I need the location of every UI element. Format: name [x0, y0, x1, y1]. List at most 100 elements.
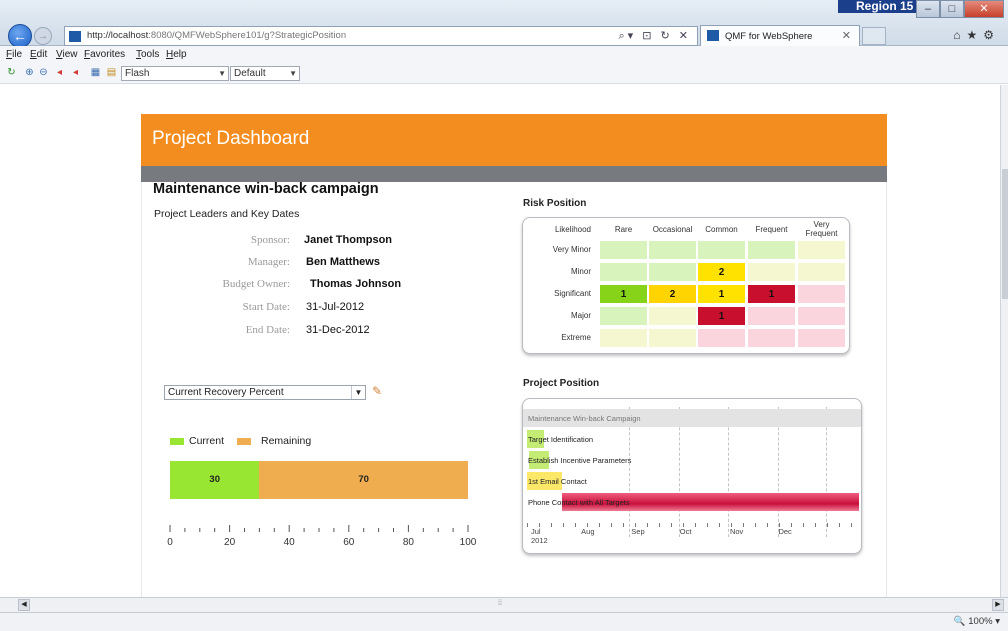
window-controls: – □ ✕ [916, 0, 1004, 18]
address-bar[interactable]: http://localhost:8080/QMFWebSphere101/g?… [64, 26, 698, 46]
tab-title: QMF for WebSphere [725, 31, 813, 42]
browser-tab[interactable]: QMF for WebSphere ✕ [700, 25, 860, 46]
render-mode-select[interactable]: Flash ▼ [121, 66, 229, 81]
end-date-label: End Date: [245, 324, 290, 336]
risk-corner-label: Likelihood [554, 224, 591, 234]
risk-row-label: Major [570, 311, 591, 320]
risk-column-header: Very Frequent [805, 220, 838, 238]
risk-row-label: Extreme [561, 333, 591, 342]
menu-help[interactable]: Help [166, 49, 187, 60]
horizontal-scrollbar[interactable]: ◀ ⁞⁞ ▶ [0, 597, 1008, 612]
new-tab-button[interactable] [862, 27, 886, 45]
risk-cell[interactable]: 1 [697, 284, 746, 304]
sponsor-label: Sponsor: [250, 234, 290, 246]
risk-cell[interactable] [697, 240, 746, 260]
risk-row-label: Very Minor [552, 245, 591, 254]
scroll-right-icon[interactable]: ▶ [992, 599, 1004, 611]
scroll-left-icon[interactable]: ◀ [18, 599, 30, 611]
end-date-value: 31-Dec-2012 [306, 324, 370, 336]
vertical-scrollbar[interactable] [1000, 85, 1008, 597]
risk-cell[interactable] [747, 240, 796, 260]
zoom-out-icon[interactable]: ⊖ [38, 67, 49, 78]
leaders-heading: Project Leaders and Key Dates [154, 208, 300, 220]
scroll-grip-icon[interactable]: ⁞⁞ [498, 600, 502, 607]
budget-owner-label: Budget Owner: [222, 278, 290, 290]
bar-current: 30 [170, 461, 260, 499]
risk-cell[interactable] [747, 262, 796, 282]
risk-cell[interactable] [599, 328, 648, 348]
risk-cell[interactable] [797, 262, 846, 282]
layout-select[interactable]: Default ▼ [230, 66, 300, 81]
close-window-button[interactable]: ✕ [964, 0, 1004, 18]
menu-tools[interactable]: Tools [136, 49, 159, 60]
recovery-axis: 0 20 40 60 80 100 [167, 525, 477, 548]
axis-tick-label: 20 [224, 537, 236, 548]
risk-cell[interactable] [747, 328, 796, 348]
risk-cell[interactable] [747, 306, 796, 326]
dashboard-header: Project Dashboard [141, 114, 887, 166]
address-bar-tools[interactable]: ⌕▾ ⊡ ↻ ✕ [618, 29, 691, 43]
risk-cell[interactable]: 1 [697, 306, 746, 326]
gantt-axis-label: Jul 2012 [531, 527, 548, 545]
toolbar: ↻ ⊕ ⊖ ◂ ◂ ▦ ▤ Flash ▼ Default ▼ [0, 64, 1008, 84]
risk-cell[interactable]: 1 [747, 284, 796, 304]
tab-close-icon[interactable]: ✕ [842, 29, 851, 42]
zoom-in-icon[interactable]: ⊕ [24, 67, 35, 78]
risk-cell[interactable] [648, 240, 697, 260]
minimize-button[interactable]: – [916, 0, 940, 18]
grid-icon[interactable]: ▦ [90, 67, 101, 78]
gantt-chart: Jul 2012 Aug Sep Oct Nov Dec Maintenance Win-b… [522, 398, 862, 554]
back-button[interactable]: ← [8, 24, 32, 48]
manager-label: Manager: [247, 256, 290, 268]
risk-cell[interactable] [797, 284, 846, 304]
gantt-axis-label: Sep [631, 527, 645, 536]
risk-cell[interactable] [648, 262, 697, 282]
risk-cell[interactable] [797, 240, 846, 260]
risk-cell[interactable] [599, 306, 648, 326]
previous-icon[interactable]: ◂ [54, 67, 65, 78]
scroll-thumb[interactable] [1002, 169, 1008, 299]
browser-right-icons[interactable]: ⌂★⚙ [953, 28, 1000, 42]
risk-cell[interactable] [697, 328, 746, 348]
maximize-button[interactable]: □ [940, 0, 964, 18]
budget-owner-value: Thomas Johnson [310, 278, 402, 290]
chevron-down-icon: ▼ [351, 386, 365, 399]
edit-chart-icon[interactable]: ✎ [372, 385, 384, 398]
zoom-level[interactable]: 🔍 100% ▾ [954, 616, 1000, 627]
gantt-axis-label: Aug [581, 527, 595, 536]
risk-row-label: Significant [554, 289, 591, 298]
risk-cell[interactable] [648, 328, 697, 348]
legend-swatch-current [170, 438, 184, 445]
risk-cell[interactable] [648, 306, 697, 326]
risk-cell[interactable] [797, 306, 846, 326]
menu-view[interactable]: View [56, 49, 78, 60]
risk-cell[interactable] [599, 262, 648, 282]
risk-row-label: Minor [570, 267, 591, 276]
chart-icon[interactable]: ▤ [106, 67, 117, 78]
measure-select[interactable]: Current Recovery Percent ▼ [164, 385, 366, 400]
menu-edit[interactable]: Edit [30, 49, 47, 60]
risk-cell[interactable]: 2 [648, 284, 697, 304]
legend-label-remaining: Remaining [261, 435, 312, 447]
risk-cell[interactable] [797, 328, 846, 348]
site-favicon-icon [69, 31, 81, 42]
gantt-task-label: Target Identification [528, 435, 594, 444]
menu-file[interactable]: File [6, 49, 22, 60]
risk-cell[interactable]: 1 [599, 284, 648, 304]
risk-column-header: Frequent [755, 224, 788, 234]
refresh-icon[interactable]: ↻ [6, 67, 17, 78]
url-text: http://localhost:8080/QMFWebSphere101/g?… [87, 30, 347, 41]
forward-button[interactable]: → [34, 27, 52, 45]
risk-title: Risk Position [523, 198, 587, 209]
browser-titlebar: Region 15 – □ ✕ ← → http://localhost:808… [0, 0, 1008, 48]
risk-column-header: Common [705, 224, 738, 234]
start-date-label: Start Date: [242, 301, 290, 313]
risk-cell[interactable] [599, 240, 648, 260]
menu-favorites[interactable]: Favorites [84, 49, 125, 60]
next-icon[interactable]: ◂ [70, 67, 81, 78]
status-bar: 🔍 100% ▾ [0, 612, 1008, 631]
chevron-down-icon: ▼ [289, 69, 297, 78]
risk-cell[interactable]: 2 [697, 262, 746, 282]
bar-remaining: 70 [259, 461, 468, 499]
risk-column-header: Rare [614, 224, 633, 234]
